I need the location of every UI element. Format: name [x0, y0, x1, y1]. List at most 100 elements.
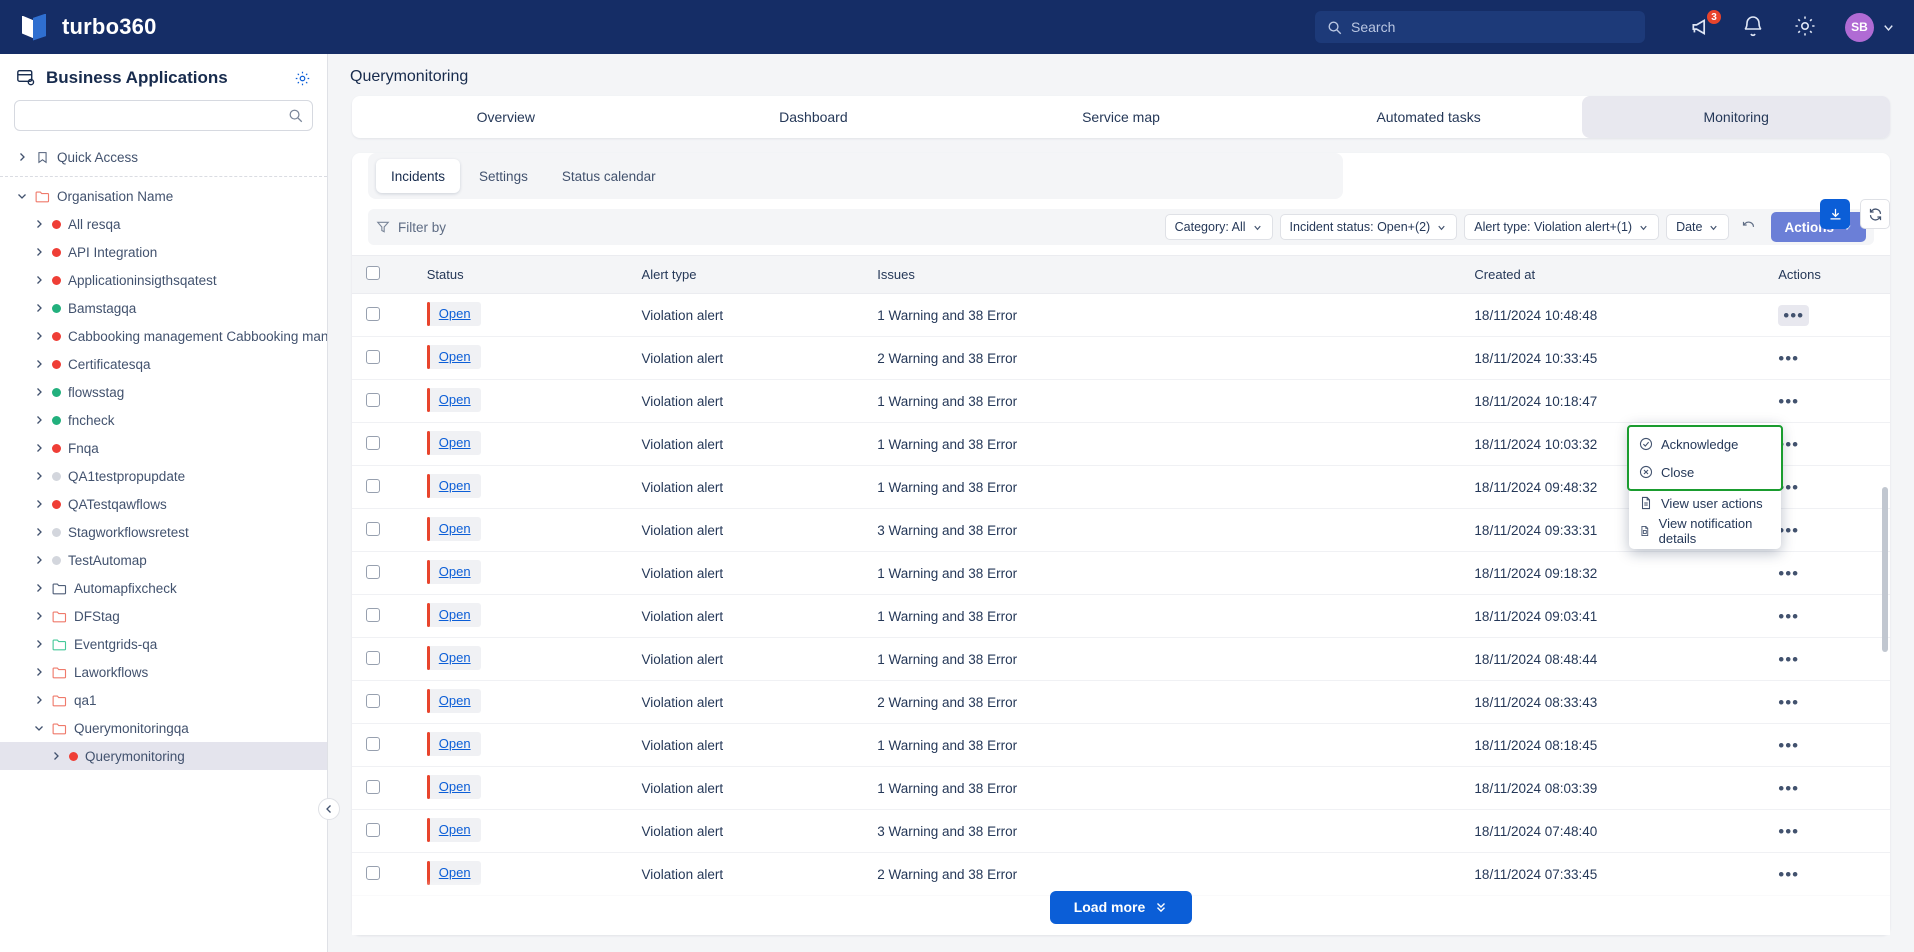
refresh-button[interactable]: [1860, 199, 1890, 229]
row-actions-menu-button[interactable]: •••: [1778, 822, 1799, 841]
row-checkbox[interactable]: [366, 521, 380, 536]
status-link[interactable]: Open: [439, 392, 471, 407]
sidebar-collapse-button[interactable]: [318, 798, 340, 820]
row-checkbox[interactable]: [366, 435, 380, 450]
row-actions-menu-button[interactable]: •••: [1778, 607, 1799, 626]
row-checkbox[interactable]: [366, 478, 380, 493]
sidebar-item-quick-access[interactable]: Quick Access: [0, 143, 327, 171]
sidebar-item-organisation-name[interactable]: Organisation Name: [0, 182, 327, 210]
tab-service-map[interactable]: Service map: [967, 96, 1275, 138]
status-link[interactable]: Open: [439, 521, 471, 536]
row-actions-menu-button[interactable]: •••: [1778, 392, 1799, 411]
megaphone-icon[interactable]: 3: [1689, 9, 1722, 40]
status-link[interactable]: Open: [439, 435, 471, 450]
status-link[interactable]: Open: [439, 478, 471, 493]
table-row[interactable]: Open Violation alert 1 Warning and 38 Erro…: [352, 766, 1890, 810]
row-actions-menu-button[interactable]: •••: [1778, 304, 1810, 326]
status-link[interactable]: Open: [439, 865, 471, 880]
sidebar-item-flowsstag[interactable]: flowsstag: [0, 378, 327, 406]
sidebar-item-querymonitoring[interactable]: Querymonitoring: [0, 742, 327, 770]
status-link[interactable]: Open: [439, 306, 471, 321]
row-checkbox[interactable]: [366, 607, 380, 622]
status-link[interactable]: Open: [439, 564, 471, 579]
tab-monitoring[interactable]: Monitoring: [1582, 96, 1890, 138]
user-menu[interactable]: SB: [1845, 12, 1896, 42]
table-row[interactable]: Open Violation alert 1 Warning and 38 Erro…: [352, 723, 1890, 767]
sidebar-item-api-integration[interactable]: API Integration: [0, 238, 327, 266]
load-more-button[interactable]: Load more: [1049, 890, 1193, 924]
sidebar-item-all-resqa[interactable]: All resqa: [0, 210, 327, 238]
filter-chip-date[interactable]: Date: [1666, 214, 1730, 240]
column-header-created-at[interactable]: Created at: [1460, 255, 1765, 294]
sidebar-item-automapfixcheck[interactable]: Automapfixcheck: [0, 574, 327, 602]
row-actions-menu-button[interactable]: •••: [1778, 349, 1799, 368]
global-search-input[interactable]: Search: [1315, 11, 1645, 43]
row-checkbox[interactable]: [366, 822, 380, 837]
row-checkbox[interactable]: [366, 650, 380, 665]
sidebar-item-certificatesqa[interactable]: Certificatesqa: [0, 350, 327, 378]
status-link[interactable]: Open: [439, 693, 471, 708]
context-menu-item-close[interactable]: Close: [1629, 458, 1781, 486]
table-row[interactable]: Open Violation alert 1 Warning and 38 Erro…: [352, 293, 1890, 337]
column-header-alert-type[interactable]: Alert type: [627, 255, 864, 294]
sidebar-item-fnqa[interactable]: Fnqa: [0, 434, 327, 462]
status-link[interactable]: Open: [439, 607, 471, 622]
row-checkbox[interactable]: [366, 306, 380, 321]
table-row[interactable]: Open Violation alert 2 Warning and 38 Erro…: [352, 680, 1890, 724]
table-row[interactable]: Open Violation alert 1 Warning and 38 Erro…: [352, 594, 1890, 638]
table-row[interactable]: Open Violation alert 1 Warning and 38 Erro…: [352, 637, 1890, 681]
sidebar-item-bamstagqa[interactable]: Bamstagqa: [0, 294, 327, 322]
context-menu-item-acknowledge[interactable]: Acknowledge: [1629, 430, 1781, 458]
sidebar-item-dfstag[interactable]: DFStag: [0, 602, 327, 630]
gear-icon[interactable]: [1793, 14, 1819, 40]
subtab-incidents[interactable]: Incidents: [376, 159, 461, 193]
table-row[interactable]: Open Violation alert 2 Warning and 38 Erro…: [352, 336, 1890, 380]
row-checkbox[interactable]: [366, 349, 380, 364]
sidebar-item-querymonitoringqa[interactable]: Querymonitoringqa: [0, 714, 327, 742]
status-link[interactable]: Open: [439, 779, 471, 794]
sidebar-item-stagworkflowsretest[interactable]: Stagworkflowsretest: [0, 518, 327, 546]
tab-overview[interactable]: Overview: [352, 96, 660, 138]
row-checkbox[interactable]: [366, 392, 380, 407]
column-header-status[interactable]: Status: [412, 255, 628, 294]
table-row[interactable]: Open Violation alert 1 Warning and 38 Erro…: [352, 551, 1890, 595]
sidebar-item-applicationinsigthsqatest[interactable]: Applicationinsigthsqatest: [0, 266, 327, 294]
subtab-status-calendar[interactable]: Status calendar: [547, 159, 671, 193]
filter-chip-alert-type[interactable]: Alert type: Violation alert+(1): [1464, 214, 1660, 240]
sidebar-item-cabbooking-management-cabbooking-mana[interactable]: Cabbooking management Cabbooking mana: [0, 322, 327, 350]
row-actions-menu-button[interactable]: •••: [1778, 650, 1799, 669]
row-checkbox[interactable]: [366, 564, 380, 579]
context-menu-item-view-notification-details[interactable]: View notification details: [1629, 516, 1781, 546]
sidebar-settings-icon[interactable]: [294, 70, 311, 87]
table-row[interactable]: Open Violation alert 1 Warning and 38 Erro…: [352, 379, 1890, 423]
subtab-settings[interactable]: Settings: [464, 159, 543, 193]
status-link[interactable]: Open: [439, 349, 471, 364]
table-row[interactable]: Open Violation alert 3 Warning and 38 Erro…: [352, 809, 1890, 853]
row-checkbox[interactable]: [366, 693, 380, 708]
brand-logo[interactable]: turbo360: [0, 13, 400, 41]
sidebar-item-fncheck[interactable]: fncheck: [0, 406, 327, 434]
filter-chip-category[interactable]: Category: All: [1164, 214, 1273, 240]
sidebar-item-qatestqawflows[interactable]: QATestqawflows: [0, 490, 327, 518]
tab-dashboard[interactable]: Dashboard: [660, 96, 968, 138]
export-button[interactable]: [1820, 199, 1850, 229]
tab-automated-tasks[interactable]: Automated tasks: [1275, 96, 1583, 138]
select-all-checkbox[interactable]: [366, 266, 380, 280]
row-actions-menu-button[interactable]: •••: [1778, 521, 1799, 540]
row-checkbox[interactable]: [366, 736, 380, 751]
table-scrollbar-thumb[interactable]: [1882, 487, 1888, 652]
row-actions-menu-button[interactable]: •••: [1778, 693, 1799, 712]
sidebar-item-qa1[interactable]: qa1: [0, 686, 327, 714]
row-checkbox[interactable]: [366, 865, 380, 880]
sidebar-item-eventgrids-qa[interactable]: Eventgrids-qa: [0, 630, 327, 658]
context-menu-item-view-user-actions[interactable]: View user actions: [1629, 489, 1781, 517]
sidebar-search-input[interactable]: [14, 100, 313, 131]
row-actions-menu-button[interactable]: •••: [1778, 564, 1799, 583]
column-header-issues[interactable]: Issues: [863, 255, 1461, 294]
status-link[interactable]: Open: [439, 822, 471, 837]
sidebar-item-testautomap[interactable]: TestAutomap: [0, 546, 327, 574]
row-actions-menu-button[interactable]: •••: [1778, 736, 1799, 755]
status-link[interactable]: Open: [439, 736, 471, 751]
row-actions-menu-button[interactable]: •••: [1778, 779, 1799, 798]
sidebar-item-qa1testpropupdate[interactable]: QA1testpropupdate: [0, 462, 327, 490]
